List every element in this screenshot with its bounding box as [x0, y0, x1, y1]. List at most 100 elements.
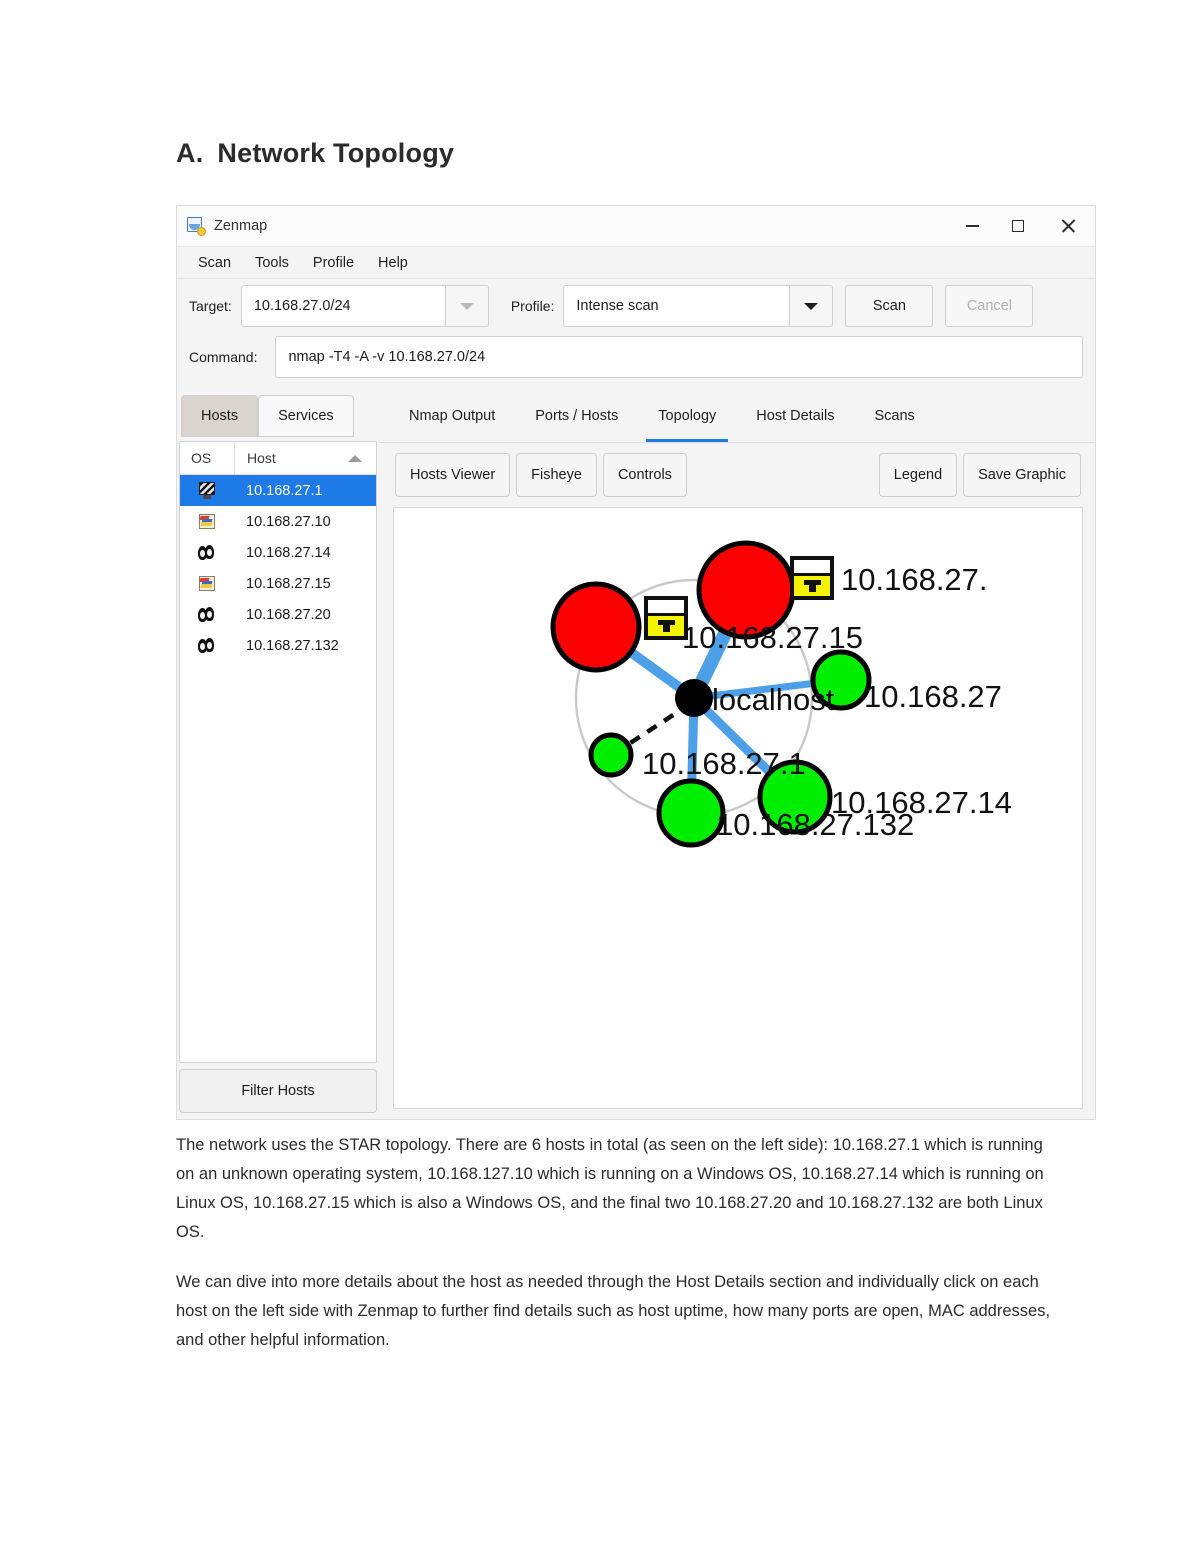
page-title-text: Network Topology: [217, 138, 455, 168]
node-label-10-168-27-trunc: 10.168.27.: [841, 562, 988, 597]
column-header-host-label: Host: [247, 450, 276, 466]
os-cell: [180, 481, 234, 500]
tab-scans[interactable]: Scans: [854, 389, 934, 442]
page-title: A. Network Topology: [176, 138, 454, 169]
results-tabstrip: Nmap Output Ports / Hosts Topology Host …: [379, 389, 1095, 443]
node-red-left: [550, 581, 642, 673]
close-button[interactable]: [1041, 206, 1095, 246]
column-header-os[interactable]: OS: [180, 450, 234, 466]
table-row[interactable]: 10.168.27.20: [180, 599, 376, 630]
target-input[interactable]: 10.168.27.0/24: [240, 285, 445, 327]
profile-combobox[interactable]: Intense scan: [563, 285, 834, 327]
results-pane: Nmap Output Ports / Hosts Topology Host …: [379, 389, 1095, 1119]
host-table: OS Host 10.168.27.1 10.168.27.10 10.168.…: [179, 441, 377, 1063]
target-combobox[interactable]: 10.168.27.0/24: [240, 285, 489, 327]
os-cell: [180, 544, 234, 562]
host-cell: 10.168.27.132: [246, 637, 339, 654]
profile-label: Profile:: [510, 298, 555, 314]
menu-item-scan[interactable]: Scan: [188, 252, 241, 274]
command-bar: Command: nmap -T4 -A -v 10.168.27.0/24: [177, 333, 1095, 389]
controls-button[interactable]: Controls: [602, 453, 687, 497]
node-localhost: [675, 679, 713, 717]
lock-icon: [790, 556, 834, 600]
table-row[interactable]: 10.168.27.1: [180, 475, 376, 506]
maximize-icon: [1012, 220, 1024, 232]
node-green-bottom: [656, 778, 726, 848]
os-cell: [180, 575, 234, 593]
menu-item-profile[interactable]: Profile: [303, 252, 364, 274]
table-row[interactable]: 10.168.27.10: [180, 506, 376, 537]
tab-services[interactable]: Services: [258, 395, 354, 437]
node-label-10-168-27-132: 10.168.27.132: [716, 807, 914, 842]
node-label-10-168-27: 10.168.27: [864, 679, 1002, 714]
host-table-header: OS Host: [180, 442, 376, 475]
command-input[interactable]: nmap -T4 -A -v 10.168.27.0/24: [275, 336, 1083, 378]
host-cell: 10.168.27.10: [246, 513, 331, 530]
filter-hosts-wrap: Filter Hosts: [177, 1063, 379, 1119]
profile-dropdown-button[interactable]: [789, 285, 834, 327]
target-dropdown-button[interactable]: [444, 285, 489, 327]
chevron-down-icon: [804, 302, 819, 310]
minimize-button[interactable]: [949, 206, 995, 246]
topology-canvas[interactable]: 10.168.27. 10.168.27.15 localhost 10.168…: [393, 507, 1083, 1109]
tab-hosts[interactable]: Hosts: [181, 395, 259, 437]
os-cell: [180, 637, 234, 655]
window-body: Hosts Services OS Host 10.168.27.1 10.16…: [177, 389, 1095, 1119]
node-label-10-168-27-1: 10.168.27.1: [642, 746, 806, 781]
node-label-10-168-27-15: 10.168.27.15: [682, 620, 863, 655]
node-green-small: [588, 732, 634, 778]
zenmap-app-icon: [187, 217, 206, 236]
cancel-button: Cancel: [945, 285, 1034, 327]
tab-topology[interactable]: Topology: [638, 389, 736, 442]
scan-button[interactable]: Scan: [845, 285, 934, 327]
scan-toolbar: Target: 10.168.27.0/24 Profile: Intense …: [177, 279, 1095, 333]
filter-hosts-button[interactable]: Filter Hosts: [179, 1069, 377, 1113]
chevron-down-icon: [459, 302, 474, 310]
table-row[interactable]: 10.168.27.132: [180, 630, 376, 661]
minimize-icon: [965, 225, 979, 227]
tab-ports-hosts[interactable]: Ports / Hosts: [515, 389, 638, 442]
legend-button[interactable]: Legend: [878, 453, 958, 497]
window-title: Zenmap: [214, 218, 268, 234]
paragraph-topology-description: The network uses the STAR topology. Ther…: [176, 1136, 1044, 1241]
profile-input[interactable]: Intense scan: [563, 285, 790, 327]
windows-os-icon: [197, 575, 217, 593]
fisheye-button[interactable]: Fisheye: [516, 453, 597, 497]
os-cell: [180, 606, 234, 624]
menubar: Scan Tools Profile Help: [177, 246, 1095, 279]
page-title-label: A.: [176, 138, 204, 168]
maximize-button[interactable]: [995, 206, 1041, 246]
host-cell: 10.168.27.15: [246, 575, 331, 592]
target-label: Target:: [189, 298, 232, 314]
windows-os-icon: [197, 513, 217, 531]
topology-toolbar: Hosts Viewer Fisheye Controls Legend Sav…: [379, 443, 1095, 507]
hosts-viewer-button[interactable]: Hosts Viewer: [395, 453, 511, 497]
topology-graph[interactable]: 10.168.27. 10.168.27.15 localhost 10.168…: [394, 508, 1083, 1109]
host-cell: 10.168.27.20: [246, 606, 331, 623]
window-controls: [949, 206, 1095, 246]
os-cell: [180, 513, 234, 531]
linux-os-icon: [197, 544, 217, 562]
save-graphic-button[interactable]: Save Graphic: [963, 453, 1081, 497]
host-cell: 10.168.27.14: [246, 544, 331, 561]
zenmap-window: Zenmap Scan Tools Profile Help Target: 1…: [176, 205, 1096, 1120]
unknown-os-icon: [197, 481, 217, 500]
command-label: Command:: [189, 349, 258, 365]
linux-os-icon: [197, 637, 217, 655]
sort-ascending-icon: [348, 455, 362, 462]
linux-os-icon: [197, 606, 217, 624]
close-icon: [1061, 219, 1075, 233]
menu-item-tools[interactable]: Tools: [245, 252, 299, 274]
hosts-pane: Hosts Services OS Host 10.168.27.1 10.16…: [177, 389, 379, 1119]
column-header-host[interactable]: Host: [234, 442, 376, 474]
menu-item-help[interactable]: Help: [368, 252, 418, 274]
table-row[interactable]: 10.168.27.14: [180, 537, 376, 568]
table-row[interactable]: 10.168.27.15: [180, 568, 376, 599]
tab-nmap-output[interactable]: Nmap Output: [389, 389, 515, 442]
node-label-localhost: localhost: [712, 682, 835, 717]
hosts-services-toggle: Hosts Services: [177, 389, 379, 437]
host-cell: 10.168.27.1: [246, 482, 323, 499]
window-titlebar: Zenmap: [177, 206, 1095, 246]
paragraph-host-details-description: We can dive into more details about the …: [176, 1273, 1051, 1349]
tab-host-details[interactable]: Host Details: [736, 389, 854, 442]
